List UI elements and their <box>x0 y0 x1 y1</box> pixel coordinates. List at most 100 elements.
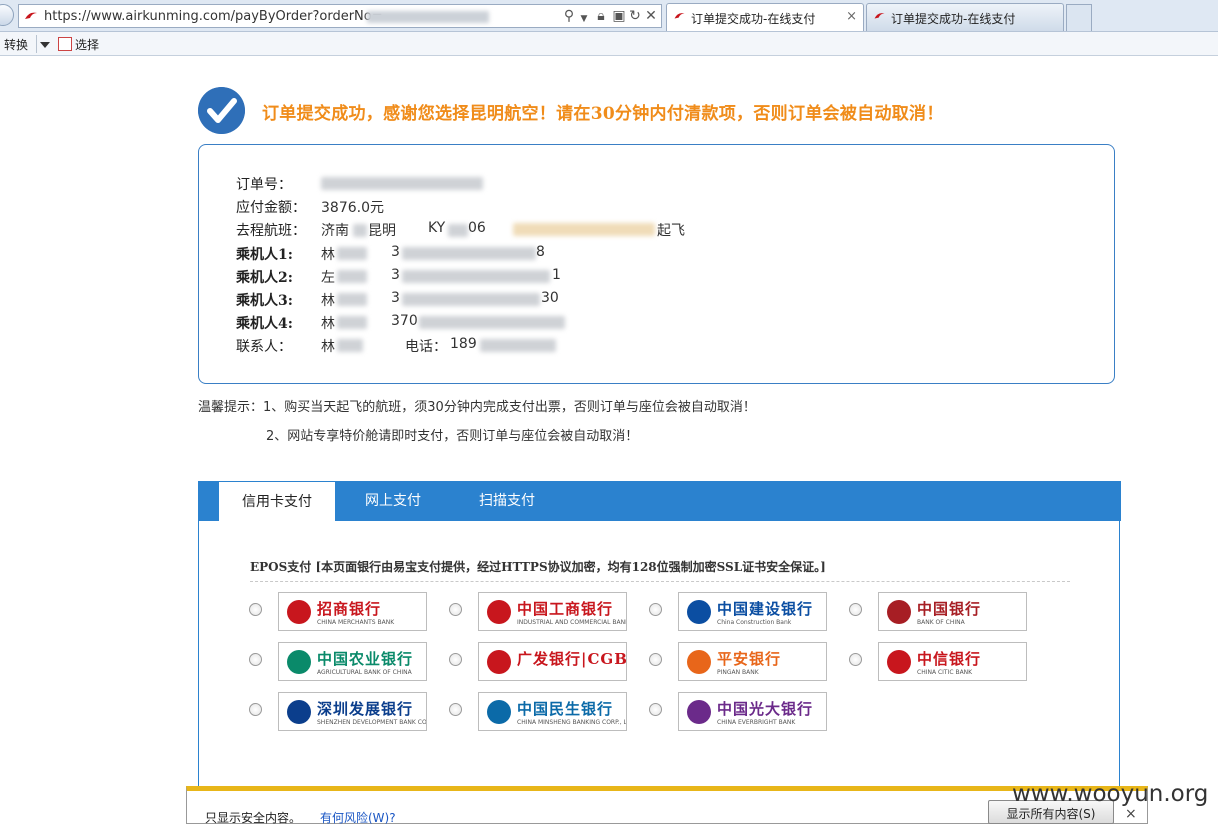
flight-no-prefix: KY <box>428 220 446 236</box>
bank-option[interactable]: 中国光大银行 CHINA EVERBRIGHT BANK <box>678 692 827 731</box>
order-number-redacted <box>321 177 483 190</box>
bank-radio[interactable] <box>449 603 462 616</box>
tip-line-2: 2、网站专享特价舱请即时支付，否则订单与座位会被自动取消！ <box>266 429 639 444</box>
passenger-id-prefix: 3 <box>391 290 400 306</box>
passenger-name: 林 <box>321 316 335 332</box>
bank-radio[interactable] <box>649 653 662 666</box>
convert-button[interactable]: 转换 <box>4 36 28 53</box>
bank-radio[interactable] <box>449 653 462 666</box>
bank-radio[interactable] <box>249 703 262 716</box>
lock-icon[interactable]: 🔒︎ <box>593 8 609 24</box>
bank-name: 中国银行 <box>917 600 982 618</box>
phone-label: 电话： <box>405 339 447 355</box>
bank-english-name: SHENZHEN DEVELOPMENT BANK CO., LTD. <box>317 719 427 726</box>
compat-view-icon[interactable]: ▣ <box>611 8 627 24</box>
passenger-id-suffix: 1 <box>552 267 561 283</box>
order-details-box: 订单号： 应付金额： 3876.0元 去程航班： 济南 昆明 KY 06 起飞 … <box>198 144 1115 384</box>
dropdown-icon[interactable]: ▼ <box>576 11 592 27</box>
passenger-name-redacted <box>337 270 367 283</box>
close-icon[interactable]: × <box>1125 806 1137 822</box>
passenger-id-suffix: 8 <box>536 244 545 260</box>
bank-logo-icon <box>687 600 711 624</box>
bank-name: 中国农业银行 <box>317 650 414 668</box>
bank-radio[interactable] <box>249 603 262 616</box>
bank-option[interactable]: 中国民生银行 CHINA MINSHENG BANKING CORP., LTD. <box>478 692 627 731</box>
search-icon[interactable]: ⚲ <box>561 8 577 24</box>
route-redacted <box>353 224 367 237</box>
passenger-label: 乘机人3: <box>236 293 293 309</box>
passenger-label: 乘机人1: <box>236 247 293 263</box>
passenger-name: 林 <box>321 293 335 309</box>
passenger-id-suffix: 30 <box>541 290 559 306</box>
passenger-id-prefix: 3 <box>391 244 400 260</box>
passenger-label: 乘机人2: <box>236 270 293 286</box>
bank-option[interactable]: 中国建设银行 China Construction Bank <box>678 592 827 631</box>
flight-no-suffix: 06 <box>468 220 486 236</box>
ie-page-icon <box>25 12 37 19</box>
tab-favicon <box>674 13 685 19</box>
pdf-select-icon[interactable] <box>58 37 72 51</box>
tab-order-success-1[interactable]: 订单提交成功-在线支付 × <box>666 3 864 31</box>
bank-radio[interactable] <box>849 653 862 666</box>
bank-logo-icon <box>287 600 311 624</box>
bank-option[interactable]: 深圳发展银行SHENZHEN DEVELOPMENT BANK CO., LTD… <box>278 692 427 731</box>
bank-option[interactable]: 平安银行 PINGAN BANK <box>678 642 827 681</box>
bank-radio[interactable] <box>449 703 462 716</box>
bank-english-name: INDUSTRIAL AND COMMERCIAL BANK OF CHINA <box>517 619 626 626</box>
bank-option[interactable]: 中国银行 BANK OF CHINA <box>878 592 1027 631</box>
contact-name: 林 <box>321 339 335 355</box>
tab-order-success-2[interactable]: 订单提交成功-在线支付 <box>866 3 1064 31</box>
payment-tabs: 信用卡支付 网上支付 扫描支付 <box>199 481 1121 521</box>
select-button[interactable]: 选择 <box>75 36 99 53</box>
bank-option[interactable]: 中国工商银行INDUSTRIAL AND COMMERCIAL BANK OF … <box>478 592 627 631</box>
bank-radio[interactable] <box>249 653 262 666</box>
success-message: 订单提交成功，感谢您选择昆明航空！请在30分钟内付清款项，否则订单会被自动取消！ <box>262 104 944 124</box>
bank-radio[interactable] <box>649 603 662 616</box>
tab-online-banking[interactable]: 网上支付 <box>335 481 451 521</box>
passenger-id-prefix: 3 <box>391 267 400 283</box>
departure-time-redacted <box>513 223 655 236</box>
passenger-label: 乘机人4: <box>236 316 293 332</box>
tab-title: 订单提交成功-在线支付 <box>691 12 816 26</box>
tab-favicon <box>874 13 885 19</box>
bank-logo-icon <box>887 650 911 674</box>
bank-option[interactable]: 招商银行 CHINA MERCHANTS BANK <box>278 592 427 631</box>
stop-icon[interactable]: ✕ <box>643 8 659 24</box>
bank-english-name: CHINA EVERBRIGHT BANK <box>717 719 796 726</box>
tab-scan-pay[interactable]: 扫描支付 <box>451 481 563 521</box>
bank-name: 中国建设银行 <box>717 600 814 618</box>
checkmark-icon <box>198 87 245 134</box>
bank-name: 平安银行 <box>717 650 782 668</box>
risk-link[interactable]: 有何风险(W)? <box>320 809 396 826</box>
passenger-id-redacted <box>402 270 550 283</box>
url-text[interactable]: https://www.airkunming.com/payByOrder?or… <box>44 9 383 24</box>
tab-credit-card[interactable]: 信用卡支付 <box>219 481 335 521</box>
bank-option[interactable]: 中信银行 CHINA CITIC BANK <box>878 642 1027 681</box>
passenger-id-prefix: 370 <box>391 313 418 329</box>
url-redacted <box>367 11 489 23</box>
back-button[interactable] <box>0 4 14 26</box>
bank-option[interactable]: 中国农业银行 AGRICULTURAL BANK OF CHINA <box>278 642 427 681</box>
contact-label: 联系人： <box>236 339 292 355</box>
bank-english-name: CHINA MINSHENG BANKING CORP., LTD. <box>517 719 627 726</box>
bank-option[interactable]: 广发银行|CGB <box>478 642 627 681</box>
bank-english-name: PINGAN BANK <box>717 669 759 676</box>
departure-suffix: 起飞 <box>657 223 685 239</box>
bank-radio[interactable] <box>849 603 862 616</box>
command-bar: 转换 选择 <box>0 32 1218 56</box>
bank-english-name: BANK OF CHINA <box>917 619 965 626</box>
bank-logo-icon <box>287 650 311 674</box>
dropdown-arrow-icon[interactable] <box>40 42 50 48</box>
bank-radio[interactable] <box>649 703 662 716</box>
bank-logo-icon <box>887 600 911 624</box>
amount-value: 3876.0元 <box>321 200 384 216</box>
new-tab-button[interactable] <box>1066 4 1092 31</box>
bank-name: 深圳发展银行 <box>317 700 414 718</box>
tab-close-icon[interactable]: × <box>846 9 857 24</box>
bank-english-name: CHINA MERCHANTS BANK <box>317 619 395 626</box>
bank-logo-icon <box>487 650 511 674</box>
contact-name-redacted <box>337 339 363 352</box>
address-bar[interactable]: https://www.airkunming.com/payByOrder?or… <box>18 4 662 28</box>
passenger-name-redacted <box>337 293 367 306</box>
refresh-icon[interactable]: ↻ <box>627 8 643 24</box>
